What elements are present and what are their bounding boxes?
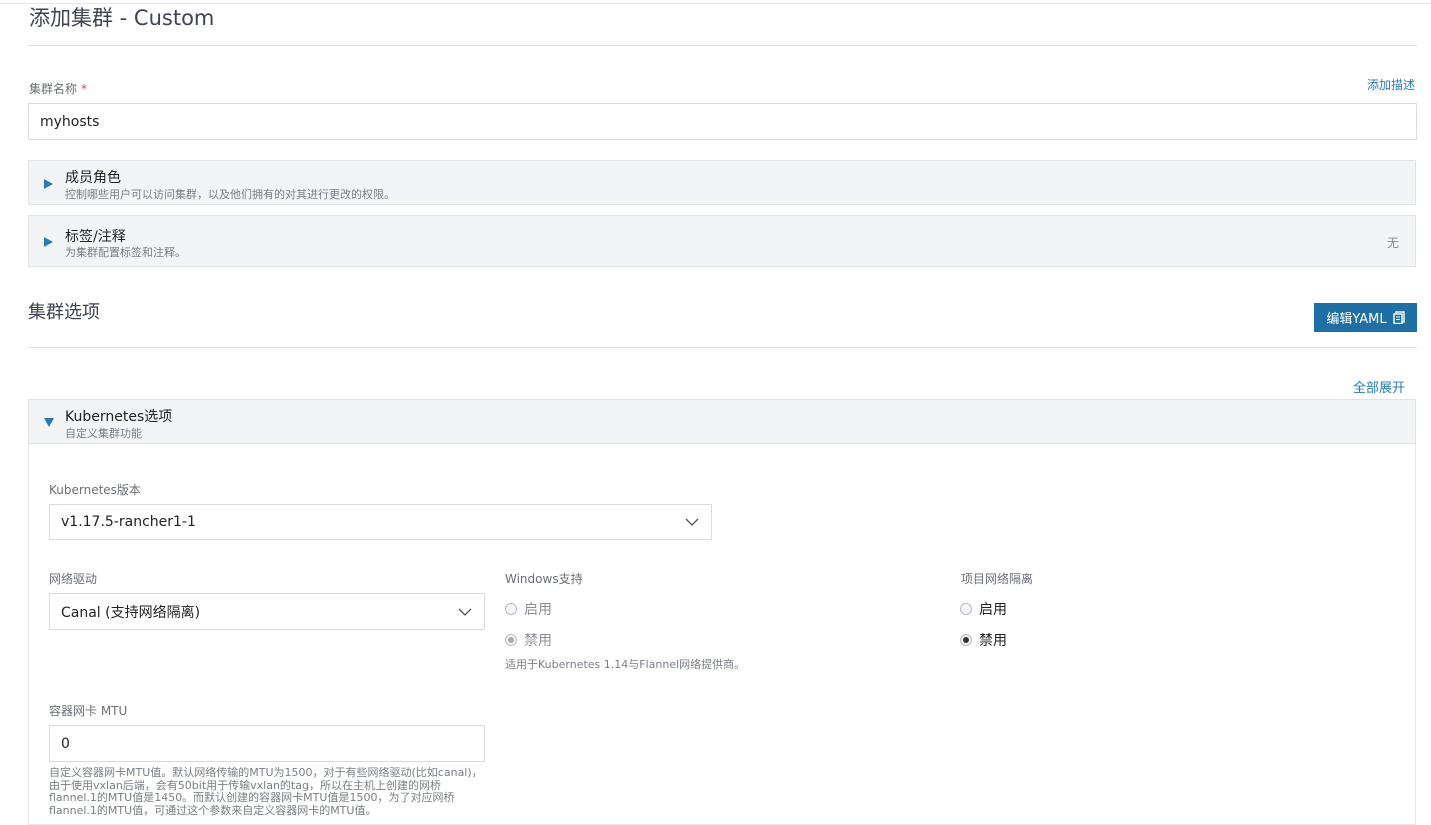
accordion-subtitle: 自定义集群功能 (65, 427, 142, 440)
radio-icon (960, 603, 972, 615)
chevron-down-icon (458, 608, 472, 616)
edit-yaml-button[interactable]: 编辑YAML (1314, 303, 1417, 332)
expand-arrow-icon (44, 179, 53, 189)
radio-label: 禁用 (979, 633, 1007, 649)
k8s-version-label: Kubernetes版本 (49, 483, 141, 497)
accordion-title: 标签/注释 (65, 229, 126, 245)
accordion-kubernetes-options[interactable]: Kubernetes选项 自定义集群功能 (28, 399, 1416, 444)
expand-arrow-icon (44, 237, 53, 247)
project-isolation-label: 项目网络隔离 (961, 572, 1034, 586)
accordion-member-roles[interactable]: 成员角色 控制哪些用户可以访问集群，以及他们拥有的对其进行更改的权限。 (28, 160, 1416, 205)
mtu-input[interactable]: 0 (49, 725, 485, 762)
copy-icon (1392, 311, 1405, 324)
page-title: 添加集群 - Custom (29, 6, 215, 30)
cluster-name-value: myhosts (40, 113, 100, 130)
project-isolation-disable-radio[interactable]: 禁用 (960, 630, 1007, 650)
chevron-down-icon (685, 518, 699, 526)
edit-yaml-label: 编辑YAML (1326, 312, 1387, 327)
cluster-name-label-text: 集群名称 (29, 82, 78, 96)
section-divider (28, 347, 1417, 348)
accordion-labels[interactable]: 标签/注释 为集群配置标签和注释。 无 (28, 215, 1416, 267)
cluster-options-title: 集群选项 (28, 302, 100, 323)
windows-support-help: 适用于Kubernetes 1.14与Flannel网络提供商。 (505, 658, 746, 671)
expand-all-link[interactable]: 全部展开 (1353, 377, 1405, 396)
radio-label: 启用 (979, 602, 1007, 618)
mtu-label: 容器网卡 MTU (49, 704, 128, 718)
k8s-version-select[interactable]: v1.17.5-rancher1-1 (49, 504, 712, 540)
network-provider-select[interactable]: Canal (支持网络隔离) (49, 593, 485, 630)
accordion-title: 成员角色 (65, 170, 121, 186)
cluster-name-label: 集群名称 * (29, 80, 87, 97)
accordion-subtitle: 为集群配置标签和注释。 (65, 246, 186, 259)
radio-selected-icon (960, 634, 972, 646)
accordion-title: Kubernetes选项 (65, 409, 173, 425)
windows-support-enable-radio[interactable]: 启用 (505, 599, 552, 619)
accordion-status: 无 (1386, 236, 1399, 250)
cluster-name-input[interactable]: myhosts (28, 103, 1417, 140)
windows-support-disable-radio[interactable]: 禁用 (505, 630, 552, 650)
radio-icon (505, 603, 517, 615)
radio-label: 启用 (524, 602, 552, 618)
mtu-help: 自定义容器网卡MTU值。默认网络传输的MTU为1500，对于有些网络驱动(比如c… (49, 767, 483, 817)
required-mark: * (81, 82, 88, 96)
k8s-version-value: v1.17.5-rancher1-1 (61, 514, 196, 530)
radio-selected-icon (505, 634, 517, 646)
title-divider (28, 45, 1417, 46)
add-description-link[interactable]: 添加描述 (1367, 76, 1415, 93)
windows-support-label: Windows支持 (505, 572, 583, 586)
network-provider-label: 网络驱动 (49, 572, 98, 586)
network-provider-value: Canal (支持网络隔离) (61, 604, 201, 621)
mtu-value: 0 (61, 735, 70, 752)
accordion-subtitle: 控制哪些用户可以访问集群，以及他们拥有的对其进行更改的权限。 (65, 188, 395, 201)
top-border (0, 3, 1431, 4)
radio-label: 禁用 (524, 633, 552, 649)
project-isolation-enable-radio[interactable]: 启用 (960, 599, 1007, 619)
collapse-arrow-icon (44, 418, 54, 427)
